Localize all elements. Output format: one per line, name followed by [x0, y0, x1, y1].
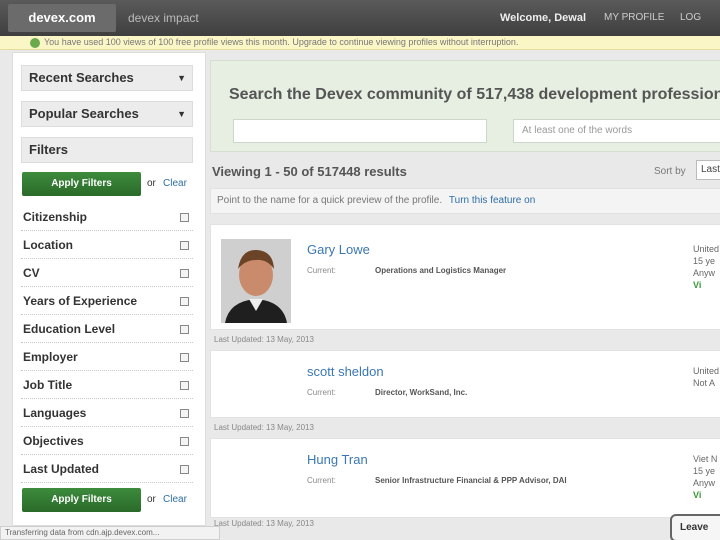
- detail-badge: Vi: [693, 280, 702, 290]
- detail-availability: Anyw: [693, 478, 716, 488]
- sort-by-label: Sort by: [654, 166, 686, 177]
- result-card: scott sheldon Current: Director, WorkSan…: [210, 350, 720, 418]
- filter-label: Languages: [23, 406, 87, 420]
- filter-label: Last Updated: [23, 462, 100, 476]
- filter-sidebar: Recent Searches ▼ Popular Searches ▼ Fil…: [12, 52, 206, 526]
- filter-last-updated[interactable]: Last Updated: [21, 455, 193, 483]
- filter-label: Education Level: [23, 322, 116, 336]
- leave-feedback-button[interactable]: Leave: [670, 514, 720, 540]
- filter-location[interactable]: Location: [21, 231, 193, 259]
- search-input[interactable]: [233, 119, 487, 143]
- current-position: Operations and Logistics Manager: [375, 266, 507, 275]
- detail-availability: Not A: [693, 378, 716, 388]
- logout-link[interactable]: LOG: [680, 12, 701, 23]
- filter-label: Job Title: [23, 378, 73, 392]
- detail-badge: Vi: [693, 490, 702, 500]
- nav-tab-impact[interactable]: devex impact: [128, 11, 199, 25]
- current-label: Current:: [307, 388, 336, 397]
- filter-list: Citizenship Location CV Years of Experie…: [21, 203, 193, 483]
- chevron-down-icon: ▼: [177, 73, 186, 83]
- current-label: Current:: [307, 266, 336, 275]
- clear-link[interactable]: Clear: [163, 178, 187, 189]
- current-label: Current:: [307, 476, 336, 485]
- apply-filters-button[interactable]: Apply Filters: [22, 172, 141, 196]
- recent-searches-label: Recent Searches: [29, 70, 134, 85]
- result-name-link[interactable]: Hung Tran: [307, 452, 368, 467]
- result-details: United 15 ye Anyw Vi: [693, 243, 719, 291]
- expand-icon[interactable]: [180, 437, 189, 446]
- current-position: Senior Infrastructure Financial & PPP Ad…: [375, 476, 567, 485]
- apply-filters-button-bottom[interactable]: Apply Filters: [22, 488, 141, 512]
- filter-job-title[interactable]: Job Title: [21, 371, 193, 399]
- hint-text: Point to the name for a quick preview of…: [217, 195, 443, 206]
- preview-hint: Point to the name for a quick preview of…: [210, 188, 720, 214]
- filter-label: Location: [23, 238, 73, 252]
- detail-location: United: [693, 366, 720, 376]
- filters-header: Filters: [21, 137, 193, 163]
- search-title: Search the Devex community of 517,438 de…: [229, 86, 720, 103]
- recent-searches-dropdown[interactable]: Recent Searches ▼: [21, 65, 193, 91]
- chevron-down-icon: ▼: [177, 109, 186, 119]
- expand-icon[interactable]: [180, 465, 189, 474]
- expand-icon[interactable]: [180, 213, 189, 222]
- last-updated-text: Last Updated: 13 May, 2013: [214, 335, 314, 344]
- result-name-link[interactable]: scott sheldon: [307, 364, 384, 379]
- detail-experience: 15 ye: [693, 466, 716, 476]
- browser-status-bar: Transferring data from cdn.ajp.devex.com…: [0, 526, 220, 540]
- filter-employer[interactable]: Employer: [21, 343, 193, 371]
- or-text: or: [147, 494, 156, 505]
- filter-label: Objectives: [23, 434, 84, 448]
- top-nav: devex.com devex impact Welcome, Dewal MY…: [0, 0, 720, 36]
- welcome-text: Welcome, Dewal: [500, 12, 586, 24]
- filter-education-level[interactable]: Education Level: [21, 315, 193, 343]
- result-card: Hung Tran Current: Senior Infrastructure…: [210, 438, 720, 518]
- or-text: or: [147, 178, 156, 189]
- expand-icon[interactable]: [180, 325, 189, 334]
- info-icon: [30, 38, 40, 48]
- result-name-link[interactable]: Gary Lowe: [307, 242, 370, 257]
- filter-label: Years of Experience: [23, 294, 138, 308]
- expand-icon[interactable]: [180, 409, 189, 418]
- filter-languages[interactable]: Languages: [21, 399, 193, 427]
- notice-text: You have used 100 views of 100 free prof…: [44, 37, 519, 47]
- expand-icon[interactable]: [180, 297, 189, 306]
- filter-label: Employer: [23, 350, 78, 364]
- results-count: Viewing 1 - 50 of 517448 results: [212, 164, 407, 179]
- detail-location: United: [693, 244, 720, 254]
- sort-select[interactable]: Last: [696, 160, 720, 180]
- detail-availability: Anyw: [693, 268, 716, 278]
- filter-years-of-experience[interactable]: Years of Experience: [21, 287, 193, 315]
- popular-searches-label: Popular Searches: [29, 106, 139, 121]
- expand-icon[interactable]: [180, 241, 189, 250]
- result-details: Viet N 15 ye Anyw Vi: [693, 453, 717, 501]
- my-profile-link[interactable]: MY PROFILE: [604, 12, 664, 23]
- expand-icon[interactable]: [180, 353, 189, 362]
- result-card: Gary Lowe Current: Operations and Logist…: [210, 224, 720, 330]
- expand-icon[interactable]: [180, 381, 189, 390]
- expand-icon[interactable]: [180, 269, 189, 278]
- filter-label: CV: [23, 266, 40, 280]
- current-position: Director, WorkSand, Inc.: [375, 388, 468, 397]
- filter-cv[interactable]: CV: [21, 259, 193, 287]
- profile-photo[interactable]: [221, 239, 291, 323]
- detail-location: Viet N: [693, 454, 718, 464]
- words-input[interactable]: At least one of the words: [513, 119, 720, 143]
- filter-citizenship[interactable]: Citizenship: [21, 203, 193, 231]
- brand-logo[interactable]: devex.com: [8, 4, 116, 32]
- search-panel: Search the Devex community of 517,438 de…: [210, 60, 720, 152]
- detail-experience: 15 ye: [693, 256, 716, 266]
- person-photo-icon: [221, 239, 291, 323]
- last-updated-text: Last Updated: 13 May, 2013: [214, 519, 314, 528]
- turn-on-feature-link[interactable]: Turn this feature on: [449, 195, 535, 206]
- last-updated-text: Last Updated: 13 May, 2013: [214, 423, 314, 432]
- result-details: United Not A: [693, 365, 719, 389]
- filter-objectives[interactable]: Objectives: [21, 427, 193, 455]
- popular-searches-dropdown[interactable]: Popular Searches ▼: [21, 101, 193, 127]
- notice-bar: You have used 100 views of 100 free prof…: [0, 36, 720, 50]
- main-content: Search the Devex community of 517,438 de…: [208, 52, 720, 540]
- clear-link-bottom[interactable]: Clear: [163, 494, 187, 505]
- filters-label: Filters: [29, 142, 69, 157]
- filter-label: Citizenship: [23, 210, 88, 224]
